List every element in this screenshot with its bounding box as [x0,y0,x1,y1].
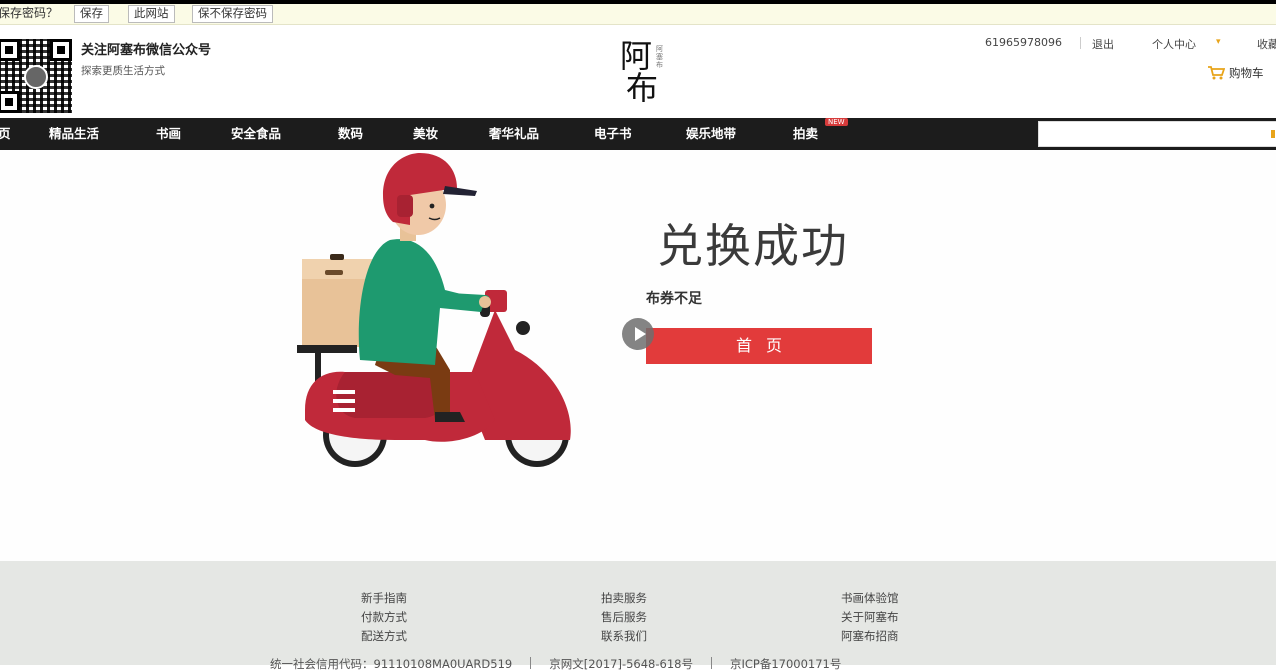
footer-legal-line: 统一社会信用代码：91110108MA0UARD519 京网文[2017]-564… [270,656,841,672]
footer-link-experience-hall[interactable]: 书画体验馆 [841,589,899,608]
exchange-result-panel: 兑换成功 布券不足 首页 [0,150,1276,561]
nav-item-calligraphy[interactable]: 书画 [156,118,181,150]
footer-link-business[interactable]: 阿塞布招商 [841,627,899,646]
save-password-bar: 保存密码？ 保存 此网站 保不保存密码 [0,4,1276,25]
header-divider [1080,37,1081,49]
save-password-button[interactable]: 保存 [74,5,109,23]
footer-divider [710,657,712,669]
favorites-link[interactable]: 收藏 [1257,36,1276,52]
auction-new-badge: NEW [825,118,848,126]
search-button-edge[interactable] [1271,130,1275,138]
home-button[interactable]: 首页 [646,328,872,364]
footer-link-payment[interactable]: 付款方式 [361,608,407,627]
nav-item-auction[interactable]: 拍卖 [793,118,818,150]
footer-column-service: 拍卖服务 售后服务 联系我们 [601,589,647,646]
logout-link[interactable]: 退出 [1092,36,1114,52]
nav-item-digital[interactable]: 数码 [338,118,363,150]
footer-column-guide: 新手指南 付款方式 配送方式 [361,589,407,646]
wechat-qr-code [0,39,72,113]
footer-link-about[interactable]: 关于阿塞布 [841,608,899,627]
footer-column-about: 书画体验馆 关于阿塞布 阿塞布招商 [841,589,899,646]
this-site-button[interactable]: 此网站 [128,5,175,23]
nav-item-home[interactable]: 页 [0,118,11,150]
footer-divider [530,657,532,669]
cart-link[interactable]: 购物车 [1207,65,1264,81]
never-save-button[interactable]: 保不保存密码 [192,5,273,23]
nav-item-boutique-life[interactable]: 精品生活 [49,118,99,150]
wechat-follow-title: 关注阿塞布微信公众号 [81,43,212,58]
brand-logo[interactable]: 阿 布 阿塞布 [620,39,664,109]
nav-item-entertainment[interactable]: 娱乐地带 [686,118,736,150]
brand-logo-glyph-2: 布 [626,69,659,107]
footer-link-contact[interactable]: 联系我们 [601,627,647,646]
footer-icp: 京ICP备17000171号 [729,657,842,671]
footer-credit-code: 统一社会信用代码：91110108MA0UARD519 [270,657,513,671]
personal-center-link[interactable]: 个人中心 [1152,36,1196,52]
success-title: 兑换成功 [657,219,849,273]
insufficient-coupon-message: 布券不足 [646,291,702,307]
footer-culture-license: 京网文[2017]-5648-618号 [549,657,693,671]
footer-link-auction-service[interactable]: 拍卖服务 [601,589,647,608]
footer-link-delivery[interactable]: 配送方式 [361,627,407,646]
brand-logo-glyph-1: 阿 [620,37,653,75]
nav-item-ebooks[interactable]: 电子书 [594,118,632,150]
nav-item-safe-food[interactable]: 安全食品 [231,118,281,150]
footer-link-beginner-guide[interactable]: 新手指南 [361,589,407,608]
site-footer: 新手指南 付款方式 配送方式 拍卖服务 售后服务 联系我们 书画体验馆 关于阿塞… [0,561,1276,671]
wechat-follow-subtitle: 探索更质生活方式 [81,65,165,77]
save-password-message: 保存密码？ [0,6,59,20]
delivery-scooter-illustration [297,153,571,467]
nav-item-beauty[interactable]: 美妆 [413,118,438,150]
chevron-down-icon[interactable]: ▾ [1216,37,1221,47]
search-input[interactable] [1038,121,1276,147]
nav-item-luxury-gifts[interactable]: 奢华礼品 [489,118,539,150]
cart-label: 购物车 [1229,66,1264,80]
qr-center-logo-icon [24,65,48,89]
footer-link-after-sales[interactable]: 售后服务 [601,608,647,627]
video-play-icon[interactable] [622,318,654,350]
cart-icon [1208,66,1226,80]
account-id[interactable]: 61965978096 [985,36,1062,49]
brand-logo-side-text: 阿塞布 [656,45,663,69]
site-header: 关注阿塞布微信公众号 探索更质生活方式 阿 布 阿塞布 61965978096 … [0,25,1276,118]
